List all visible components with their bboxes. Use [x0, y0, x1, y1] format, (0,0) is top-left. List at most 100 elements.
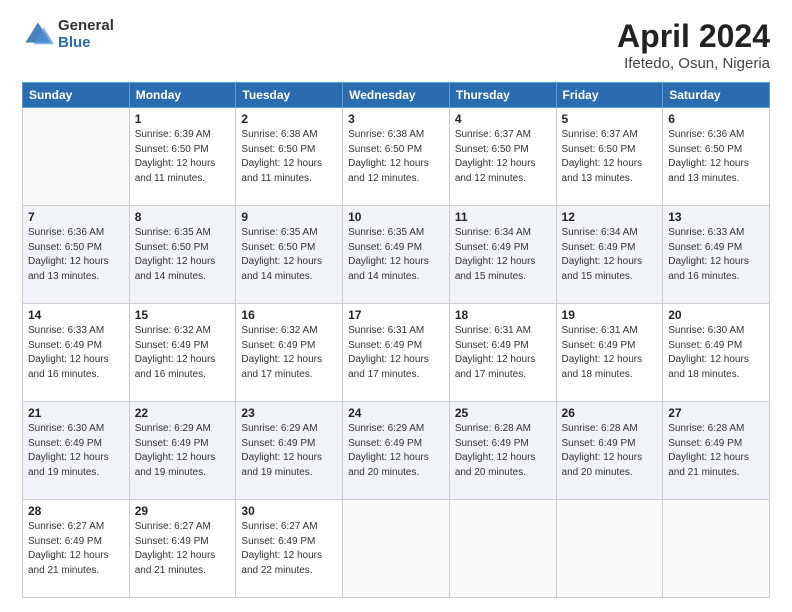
calendar-cell: 21 Sunrise: 6:30 AMSunset: 6:49 PMDayligh… — [23, 402, 130, 500]
calendar-week-row: 14 Sunrise: 6:33 AMSunset: 6:49 PMDayligh… — [23, 304, 770, 402]
calendar-cell: 26Sunrise: 6:28 AMSunset: 6:49 PMDayligh… — [556, 402, 663, 500]
header: General Blue April 2024 Ifetedo, Osun, N… — [22, 18, 770, 72]
page: General Blue April 2024 Ifetedo, Osun, N… — [0, 0, 792, 612]
header-saturday: Saturday — [663, 83, 770, 108]
day-info: Sunrise: 6:33 AMSunset: 6:49 PMDaylight:… — [28, 324, 124, 382]
calendar-cell: 1 Sunrise: 6:39 AMSunset: 6:50 PMDaylight… — [129, 108, 236, 206]
day-info: Sunrise: 6:29 AMSunset: 6:49 PMDaylight:… — [135, 422, 231, 480]
day-number: 17 — [348, 308, 444, 322]
day-number: 16 — [241, 308, 337, 322]
day-info: Sunrise: 6:35 AMSunset: 6:50 PMDaylight:… — [135, 226, 231, 284]
calendar-cell: 4 Sunrise: 6:37 AMSunset: 6:50 PMDaylight… — [449, 108, 556, 206]
day-info: Sunrise: 6:30 AMSunset: 6:49 PMDaylight:… — [668, 324, 764, 382]
day-number: 15 — [135, 308, 231, 322]
logo: General Blue — [22, 18, 114, 51]
day-info: Sunrise: 6:31 AMSunset: 6:49 PMDaylight:… — [348, 324, 444, 382]
day-number: 27 — [668, 406, 764, 420]
calendar-cell: 14 Sunrise: 6:33 AMSunset: 6:49 PMDayligh… — [23, 304, 130, 402]
header-wednesday: Wednesday — [343, 83, 450, 108]
calendar-table: Sunday Monday Tuesday Wednesday Thursday… — [22, 82, 770, 598]
header-thursday: Thursday — [449, 83, 556, 108]
calendar-cell: 17 Sunrise: 6:31 AMSunset: 6:49 PMDayligh… — [343, 304, 450, 402]
day-number: 14 — [28, 308, 124, 322]
header-tuesday: Tuesday — [236, 83, 343, 108]
day-info: Sunrise: 6:38 AMSunset: 6:50 PMDaylight:… — [241, 128, 337, 186]
calendar-cell: 28 Sunrise: 6:27 AMSunset: 6:49 PMDayligh… — [23, 500, 130, 598]
day-number: 10 — [348, 210, 444, 224]
calendar-cell: 18 Sunrise: 6:31 AMSunset: 6:49 PMDayligh… — [449, 304, 556, 402]
calendar-cell: 13 Sunrise: 6:33 AMSunset: 6:49 PMDayligh… — [663, 206, 770, 304]
calendar-week-row: 1 Sunrise: 6:39 AMSunset: 6:50 PMDaylight… — [23, 108, 770, 206]
calendar-cell — [556, 500, 663, 598]
calendar-cell — [449, 500, 556, 598]
calendar-cell: 20 Sunrise: 6:30 AMSunset: 6:49 PMDayligh… — [663, 304, 770, 402]
day-number: 7 — [28, 210, 124, 224]
day-info: Sunrise: 6:27 AMSunset: 6:49 PMDaylight:… — [135, 520, 231, 578]
day-info: Sunrise: 6:33 AMSunset: 6:49 PMDaylight:… — [668, 226, 764, 284]
calendar-cell: 25Sunrise: 6:28 AMSunset: 6:49 PMDayligh… — [449, 402, 556, 500]
calendar-cell — [663, 500, 770, 598]
day-info: Sunrise: 6:35 AMSunset: 6:50 PMDaylight:… — [241, 226, 337, 284]
calendar-cell: 9Sunrise: 6:35 AMSunset: 6:50 PMDaylight… — [236, 206, 343, 304]
day-info: Sunrise: 6:27 AMSunset: 6:49 PMDaylight:… — [28, 520, 124, 578]
day-info: Sunrise: 6:39 AMSunset: 6:50 PMDaylight:… — [135, 128, 231, 186]
logo-text: General Blue — [58, 18, 114, 51]
day-number: 1 — [135, 112, 231, 126]
day-number: 3 — [348, 112, 444, 126]
calendar-cell — [343, 500, 450, 598]
day-number: 5 — [562, 112, 658, 126]
day-info: Sunrise: 6:29 AMSunset: 6:49 PMDaylight:… — [241, 422, 337, 480]
day-number: 11 — [455, 210, 551, 224]
day-info: Sunrise: 6:31 AMSunset: 6:49 PMDaylight:… — [562, 324, 658, 382]
calendar-subtitle: Ifetedo, Osun, Nigeria — [617, 55, 770, 72]
header-sunday: Sunday — [23, 83, 130, 108]
day-info: Sunrise: 6:29 AMSunset: 6:49 PMDaylight:… — [348, 422, 444, 480]
calendar-cell: 3 Sunrise: 6:38 AMSunset: 6:50 PMDaylight… — [343, 108, 450, 206]
day-info: Sunrise: 6:37 AMSunset: 6:50 PMDaylight:… — [455, 128, 551, 186]
calendar-cell: 27Sunrise: 6:28 AMSunset: 6:49 PMDayligh… — [663, 402, 770, 500]
day-number: 4 — [455, 112, 551, 126]
day-info: Sunrise: 6:36 AMSunset: 6:50 PMDaylight:… — [668, 128, 764, 186]
calendar-cell: 30Sunrise: 6:27 AMSunset: 6:49 PMDayligh… — [236, 500, 343, 598]
calendar-cell: 12 Sunrise: 6:34 AMSunset: 6:49 PMDayligh… — [556, 206, 663, 304]
calendar-cell: 7Sunrise: 6:36 AMSunset: 6:50 PMDaylight… — [23, 206, 130, 304]
title-block: April 2024 Ifetedo, Osun, Nigeria — [617, 18, 770, 72]
day-number: 19 — [562, 308, 658, 322]
day-number: 21 — [28, 406, 124, 420]
calendar-cell: 10 Sunrise: 6:35 AMSunset: 6:49 PMDayligh… — [343, 206, 450, 304]
day-info: Sunrise: 6:30 AMSunset: 6:49 PMDaylight:… — [28, 422, 124, 480]
logo-general-text: General — [58, 18, 114, 35]
header-monday: Monday — [129, 83, 236, 108]
day-info: Sunrise: 6:28 AMSunset: 6:49 PMDaylight:… — [455, 422, 551, 480]
day-number: 12 — [562, 210, 658, 224]
calendar-cell: 19 Sunrise: 6:31 AMSunset: 6:49 PMDayligh… — [556, 304, 663, 402]
calendar-week-row: 28 Sunrise: 6:27 AMSunset: 6:49 PMDayligh… — [23, 500, 770, 598]
day-number: 29 — [135, 504, 231, 518]
day-number: 8 — [135, 210, 231, 224]
day-info: Sunrise: 6:35 AMSunset: 6:49 PMDaylight:… — [348, 226, 444, 284]
calendar-cell: 16Sunrise: 6:32 AMSunset: 6:49 PMDayligh… — [236, 304, 343, 402]
day-number: 28 — [28, 504, 124, 518]
day-number: 20 — [668, 308, 764, 322]
calendar-title: April 2024 — [617, 18, 770, 55]
calendar-cell: 15 Sunrise: 6:32 AMSunset: 6:49 PMDayligh… — [129, 304, 236, 402]
day-number: 2 — [241, 112, 337, 126]
calendar-week-row: 21 Sunrise: 6:30 AMSunset: 6:49 PMDayligh… — [23, 402, 770, 500]
day-number: 13 — [668, 210, 764, 224]
day-info: Sunrise: 6:34 AMSunset: 6:49 PMDaylight:… — [562, 226, 658, 284]
day-number: 23 — [241, 406, 337, 420]
day-number: 18 — [455, 308, 551, 322]
calendar-cell: 29 Sunrise: 6:27 AMSunset: 6:49 PMDayligh… — [129, 500, 236, 598]
calendar-cell: 5Sunrise: 6:37 AMSunset: 6:50 PMDaylight… — [556, 108, 663, 206]
day-info: Sunrise: 6:32 AMSunset: 6:49 PMDaylight:… — [135, 324, 231, 382]
calendar-cell: 24 Sunrise: 6:29 AMSunset: 6:49 PMDayligh… — [343, 402, 450, 500]
logo-icon — [22, 19, 54, 51]
day-info: Sunrise: 6:28 AMSunset: 6:49 PMDaylight:… — [562, 422, 658, 480]
calendar-cell: 6Sunrise: 6:36 AMSunset: 6:50 PMDaylight… — [663, 108, 770, 206]
day-info: Sunrise: 6:27 AMSunset: 6:49 PMDaylight:… — [241, 520, 337, 578]
day-info: Sunrise: 6:38 AMSunset: 6:50 PMDaylight:… — [348, 128, 444, 186]
calendar-cell: 2 Sunrise: 6:38 AMSunset: 6:50 PMDaylight… — [236, 108, 343, 206]
calendar-week-row: 7Sunrise: 6:36 AMSunset: 6:50 PMDaylight… — [23, 206, 770, 304]
day-info: Sunrise: 6:31 AMSunset: 6:49 PMDaylight:… — [455, 324, 551, 382]
day-number: 24 — [348, 406, 444, 420]
